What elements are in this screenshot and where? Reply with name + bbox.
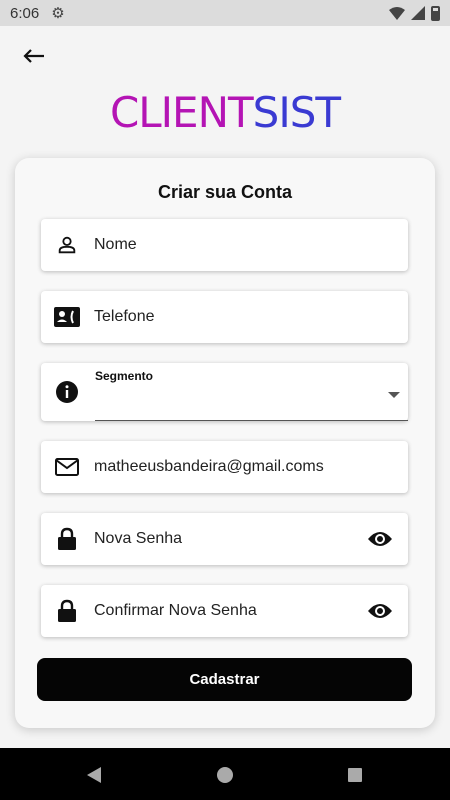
back-arrow-icon[interactable]: [16, 40, 52, 72]
signup-card: Criar sua Conta Nome Telefone Segmento m…: [15, 158, 435, 728]
phone-field[interactable]: Telefone: [41, 291, 408, 343]
person-icon: [53, 231, 81, 259]
info-icon: [53, 378, 81, 406]
chevron-down-icon[interactable]: [388, 392, 400, 398]
back-triangle-icon[interactable]: [84, 765, 104, 785]
segment-dropdown[interactable]: Segmento: [41, 363, 408, 421]
new-password-label: Nova Senha: [94, 530, 183, 547]
status-indicators: [389, 5, 440, 21]
form-title: Criar sua Conta: [157, 182, 293, 202]
eye-icon[interactable]: [366, 597, 394, 625]
signal-icon: [411, 6, 425, 20]
segment-label: Segmento: [95, 369, 154, 383]
recents-square-icon[interactable]: [345, 765, 365, 785]
eye-icon[interactable]: [366, 525, 394, 553]
new-password-field[interactable]: Nova Senha: [41, 513, 408, 565]
navigation-bar: [0, 748, 450, 800]
status-bar: 6:06 ⚙: [0, 0, 450, 26]
submit-button[interactable]: Cadastrar: [37, 658, 412, 701]
email-field[interactable]: matheeusbandeira@gmail.coms: [41, 441, 408, 493]
mail-icon: [53, 453, 81, 481]
name-field[interactable]: Nome: [41, 219, 408, 271]
logo-part-sist: SIST: [252, 88, 341, 137]
logo-part-client: CLIENT: [109, 88, 254, 137]
contact-card-icon: [53, 303, 81, 331]
email-field-value: matheeusbandeira@gmail.coms: [94, 458, 324, 475]
settings-gear-icon: ⚙: [51, 5, 65, 22]
name-field-label: Nome: [94, 236, 137, 253]
confirm-password-field[interactable]: Confirmar Nova Senha: [41, 585, 408, 637]
wifi-icon: [389, 6, 405, 20]
lock-icon: [53, 525, 81, 553]
phone-field-label: Telefone: [94, 308, 155, 325]
status-time: 6:06: [10, 4, 40, 22]
home-circle-icon[interactable]: [215, 765, 235, 785]
confirm-password-label: Confirmar Nova Senha: [94, 602, 257, 619]
segment-underline: [95, 420, 408, 421]
battery-icon: [431, 5, 440, 21]
app-logo: CLIENTSIST: [0, 88, 450, 137]
lock-icon: [53, 597, 81, 625]
